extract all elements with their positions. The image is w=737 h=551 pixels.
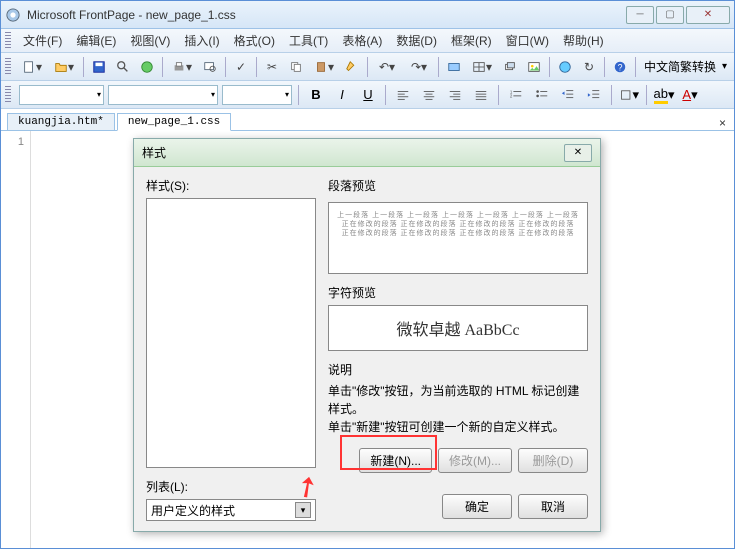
hyperlink-button[interactable] (554, 56, 576, 78)
paste-button[interactable]: ▾ (309, 56, 339, 78)
list-select[interactable]: 用户定义的样式 ▾ (146, 499, 316, 521)
print-button[interactable]: ▾ (167, 56, 197, 78)
numbered-list-button[interactable]: 12 (505, 84, 527, 106)
menu-edit[interactable]: 编辑(E) (70, 30, 122, 51)
menu-frame[interactable]: 框架(R) (445, 30, 498, 51)
styles-listbox[interactable] (146, 198, 316, 468)
menubar-grip[interactable] (5, 32, 11, 50)
para-preview-text: 上一段落 上一段落 上一段落 上一段落 上一段落 上一段落 上一段落 正在修改的… (337, 211, 579, 238)
menu-tools[interactable]: 工具(T) (283, 30, 334, 51)
menu-format[interactable]: 格式(O) (228, 30, 281, 51)
ok-button[interactable]: 确定 (442, 494, 512, 519)
menu-table[interactable]: 表格(A) (336, 30, 388, 51)
align-justify-button[interactable] (470, 84, 492, 106)
window-title: Microsoft FrontPage - new_page_1.css (27, 8, 626, 22)
dialog-title: 样式 (142, 144, 564, 161)
border-button[interactable]: ▾ (618, 84, 640, 106)
chevron-down-icon: ▾ (295, 502, 311, 518)
new-button[interactable]: ▾ (17, 56, 47, 78)
modify-style-button[interactable]: 修改(M)... (438, 448, 512, 473)
redo-button[interactable]: ↷▾ (404, 56, 434, 78)
new-style-button[interactable]: 新建(N)... (359, 448, 432, 473)
menu-file[interactable]: 文件(F) (17, 30, 68, 51)
svg-text:?: ? (618, 62, 623, 72)
undo-button[interactable]: ↶▾ (372, 56, 402, 78)
minimize-button[interactable]: ─ (626, 6, 654, 24)
save-button[interactable] (88, 56, 110, 78)
open-button[interactable]: ▾ (49, 56, 79, 78)
preview-button[interactable] (199, 56, 221, 78)
para-preview-box: 上一段落 上一段落 上一段落 上一段落 上一段落 上一段落 上一段落 正在修改的… (328, 202, 588, 274)
lang-convert-label[interactable]: 中文简繁转换 (640, 58, 720, 75)
line-gutter: 1 (1, 131, 31, 548)
spellcheck-button[interactable]: ✓ (230, 56, 252, 78)
align-right-button[interactable] (444, 84, 466, 106)
toolbar-main: ▾ ▾ ▾ ✓ ✂ ▾ ↶▾ ↷▾ ▾ ↻ ? 中文简繁转换 ▾ (1, 53, 734, 81)
menu-view[interactable]: 视图(V) (124, 30, 176, 51)
dialog-close-button[interactable]: ✕ (564, 144, 592, 162)
align-center-button[interactable] (418, 84, 440, 106)
delete-style-button[interactable]: 删除(D) (518, 448, 588, 473)
font-combo[interactable]: ▾ (108, 85, 218, 105)
menu-data[interactable]: 数据(D) (390, 30, 443, 51)
desc-text2: 单击"新建"按钮可创建一个新的自定义样式。 (328, 418, 588, 436)
maximize-button[interactable]: ▢ (656, 6, 684, 24)
picture-button[interactable] (523, 56, 545, 78)
tab-kuangjia[interactable]: kuangjia.htm* (7, 113, 115, 130)
close-button[interactable]: ✕ (686, 6, 730, 24)
style-combo[interactable]: ▾ (19, 85, 104, 105)
toolbar2-grip[interactable] (5, 86, 11, 104)
list-label: 列表(L): (146, 478, 316, 495)
highlight-button[interactable]: ab▾ (653, 84, 675, 106)
tab-close-button[interactable]: × (719, 116, 726, 130)
bullet-list-button[interactable] (531, 84, 553, 106)
menu-insert[interactable]: 插入(I) (178, 30, 225, 51)
publish-button[interactable] (136, 56, 158, 78)
style-dialog: 样式 ✕ 样式(S): 列表(L): 用户定义的样式 ▾ 段落预览 上一段落 上… (133, 138, 601, 532)
web-component-button[interactable] (443, 56, 465, 78)
bold-button[interactable]: B (305, 84, 327, 106)
toolbar-format: ▾ ▾ ▾ B I U 12 ▾ ab▾ A▾ (1, 81, 734, 109)
document-tabs: kuangjia.htm* new_page_1.css × (1, 109, 734, 131)
format-painter-button[interactable] (341, 56, 363, 78)
desc-text1: 单击"修改"按钮，为当前选取的 HTML 标记创建样式。 (328, 382, 588, 418)
copy-button[interactable] (285, 56, 307, 78)
dialog-titlebar[interactable]: 样式 ✕ (134, 139, 600, 167)
list-select-value: 用户定义的样式 (151, 502, 235, 519)
svg-text:2: 2 (510, 93, 513, 98)
outdent-button[interactable] (557, 84, 579, 106)
help-button[interactable]: ? (609, 56, 631, 78)
italic-button[interactable]: I (331, 84, 353, 106)
size-combo[interactable]: ▾ (222, 85, 292, 105)
desc-label: 说明 (328, 361, 588, 378)
menu-window[interactable]: 窗口(W) (500, 30, 555, 51)
menubar: 文件(F) 编辑(E) 视图(V) 插入(I) 格式(O) 工具(T) 表格(A… (1, 29, 734, 53)
refresh-button[interactable]: ↻ (578, 56, 600, 78)
cancel-button[interactable]: 取消 (518, 494, 588, 519)
cut-button[interactable]: ✂ (261, 56, 283, 78)
para-preview-label: 段落预览 (328, 177, 588, 194)
styles-label: 样式(S): (146, 177, 316, 194)
table-button[interactable]: ▾ (467, 56, 497, 78)
titlebar[interactable]: Microsoft FrontPage - new_page_1.css ─ ▢… (1, 1, 734, 29)
layer-button[interactable] (499, 56, 521, 78)
underline-button[interactable]: U (357, 84, 379, 106)
indent-button[interactable] (583, 84, 605, 106)
toolbar-grip[interactable] (5, 58, 11, 76)
menu-help[interactable]: 帮助(H) (557, 30, 610, 51)
font-color-button[interactable]: A▾ (679, 84, 701, 106)
tab-newpage[interactable]: new_page_1.css (117, 113, 231, 131)
app-icon (5, 7, 21, 23)
char-preview-box: 微软卓越 AaBbCc (328, 305, 588, 351)
char-preview-label: 字符预览 (328, 284, 588, 301)
search-button[interactable] (112, 56, 134, 78)
align-left-button[interactable] (392, 84, 414, 106)
